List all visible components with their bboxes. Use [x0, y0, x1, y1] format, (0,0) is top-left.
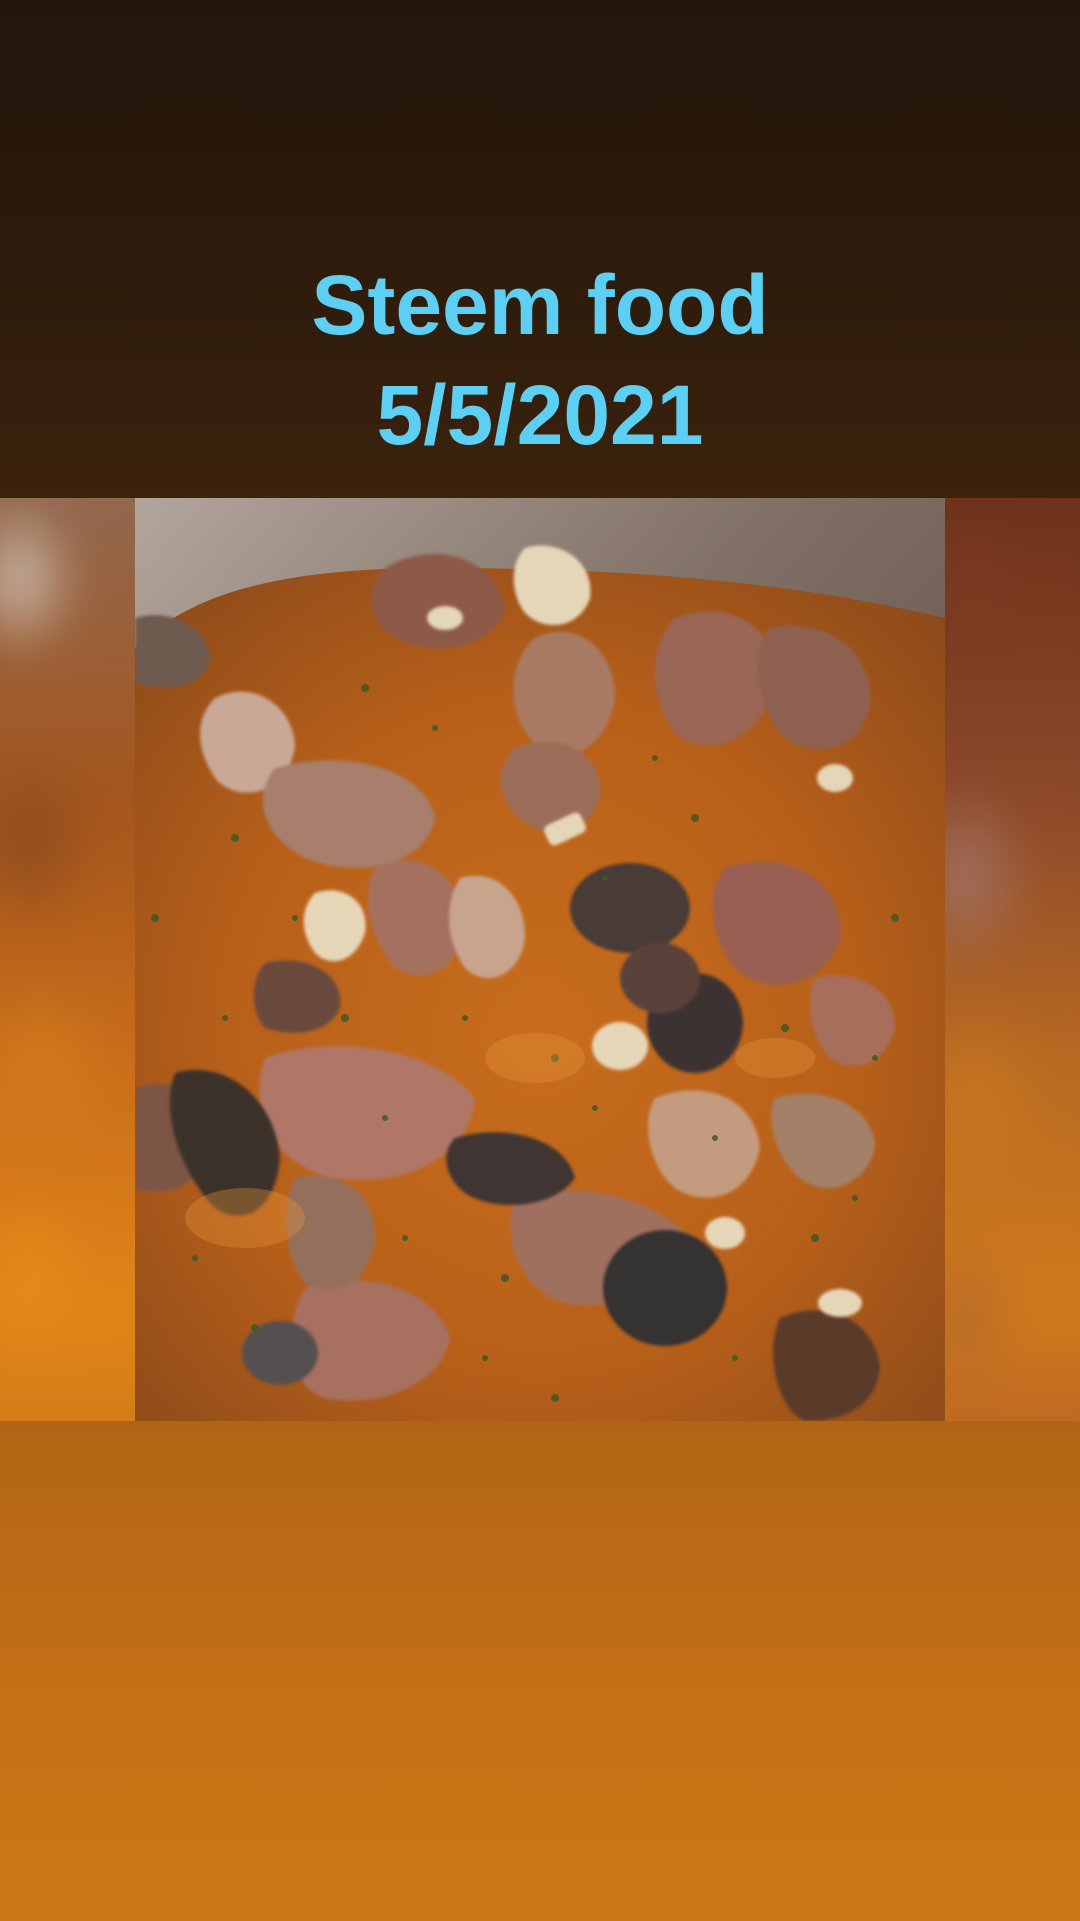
- blurred-background-left: [0, 498, 135, 1421]
- stew-photo: [135, 498, 945, 1421]
- blurred-background-right: [945, 498, 1080, 1421]
- caption-title: Steem food: [311, 258, 769, 352]
- story-caption: Steem food 5/5/2021: [0, 250, 1080, 470]
- caption-date: 5/5/2021: [376, 368, 704, 462]
